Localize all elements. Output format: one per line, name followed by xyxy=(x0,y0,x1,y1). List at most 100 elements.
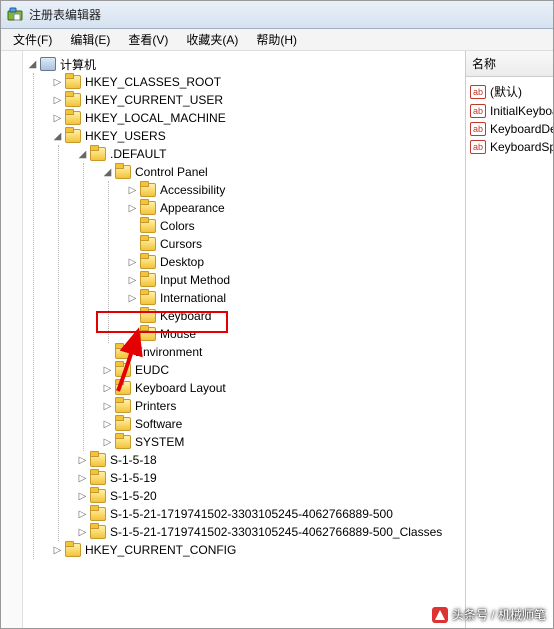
value-pane: 名称 ab(默认) abInitialKeyboa abKeyboardDe a… xyxy=(465,51,553,628)
folder-icon xyxy=(90,489,106,503)
expand-icon[interactable]: ▷ xyxy=(102,365,113,376)
folder-icon xyxy=(65,75,81,89)
watermark-text: 头条号 / 机械师笔 xyxy=(432,606,546,623)
folder-icon xyxy=(65,93,81,107)
tree-international[interactable]: ▷International xyxy=(127,289,465,307)
titlebar[interactable]: 注册表编辑器 xyxy=(1,1,553,29)
folder-icon xyxy=(140,237,156,251)
menu-help[interactable]: 帮助(H) xyxy=(248,29,305,50)
expand-icon[interactable]: ▷ xyxy=(52,95,63,106)
string-value-icon: ab xyxy=(470,104,486,118)
folder-icon xyxy=(65,543,81,557)
toutiao-icon xyxy=(432,607,448,623)
expand-icon[interactable]: ▷ xyxy=(77,509,88,520)
expand-icon[interactable]: ▷ xyxy=(127,275,138,286)
folder-icon xyxy=(140,327,156,341)
folder-icon xyxy=(140,309,156,323)
expand-icon[interactable]: ▷ xyxy=(102,419,113,430)
folder-icon xyxy=(65,129,81,143)
collapse-icon[interactable]: ◢ xyxy=(52,131,63,142)
expand-icon[interactable]: ▷ xyxy=(52,113,63,124)
collapse-icon[interactable]: ◢ xyxy=(27,59,38,70)
expand-icon[interactable]: ▷ xyxy=(127,293,138,304)
folder-icon xyxy=(115,435,131,449)
tree-hkcu[interactable]: ▷HKEY_CURRENT_USER xyxy=(52,91,465,109)
collapse-icon[interactable]: ◢ xyxy=(102,167,113,178)
expand-icon[interactable]: ▷ xyxy=(77,491,88,502)
tree-sid-500[interactable]: ▷S-1-5-21-1719741502-3303105245-40627668… xyxy=(77,505,465,523)
window-title: 注册表编辑器 xyxy=(29,6,101,23)
expand-icon[interactable]: ▷ xyxy=(52,545,63,556)
folder-icon xyxy=(140,291,156,305)
tree-cursors[interactable]: ▷Cursors xyxy=(127,235,465,253)
folder-icon xyxy=(140,219,156,233)
string-value-icon: ab xyxy=(470,85,486,99)
regedit-window: 注册表编辑器 文件(F) 编辑(E) 查看(V) 收藏夹(A) 帮助(H) ◢ … xyxy=(0,0,554,629)
folder-icon xyxy=(140,183,156,197)
folder-icon xyxy=(140,273,156,287)
tree-eudc[interactable]: ▷EUDC xyxy=(102,361,465,379)
expand-icon[interactable]: ▷ xyxy=(52,77,63,88)
tree-hku[interactable]: ◢HKEY_USERS xyxy=(52,127,465,145)
folder-icon xyxy=(115,399,131,413)
tree-desktop[interactable]: ▷Desktop xyxy=(127,253,465,271)
expand-icon[interactable]: ▷ xyxy=(102,383,113,394)
folder-icon xyxy=(90,507,106,521)
expand-icon[interactable]: ▷ xyxy=(127,257,138,268)
expand-icon[interactable]: ▷ xyxy=(77,473,88,484)
tree-system[interactable]: ▷SYSTEM xyxy=(102,433,465,451)
expand-icon[interactable]: ▷ xyxy=(102,437,113,448)
tree-s-1-5-19[interactable]: ▷S-1-5-19 xyxy=(77,469,465,487)
value-keyboard-speed[interactable]: abKeyboardSpe xyxy=(468,138,551,156)
collapse-icon[interactable]: ◢ xyxy=(77,149,88,160)
folder-icon xyxy=(140,201,156,215)
tree-appearance[interactable]: ▷Appearance xyxy=(127,199,465,217)
menubar: 文件(F) 编辑(E) 查看(V) 收藏夹(A) 帮助(H) xyxy=(1,29,553,51)
tree-hkcc[interactable]: ▷HKEY_CURRENT_CONFIG xyxy=(52,541,465,559)
expand-icon[interactable]: ▷ xyxy=(127,203,138,214)
tree-default[interactable]: ◢.DEFAULT xyxy=(77,145,465,163)
computer-icon xyxy=(40,57,56,71)
menu-favorites[interactable]: 收藏夹(A) xyxy=(178,29,246,50)
menu-file[interactable]: 文件(F) xyxy=(5,29,60,50)
tree-s-1-5-20[interactable]: ▷S-1-5-20 xyxy=(77,487,465,505)
tree-input-method[interactable]: ▷Input Method xyxy=(127,271,465,289)
column-header-name[interactable]: 名称 xyxy=(466,51,553,77)
folder-icon xyxy=(115,345,131,359)
folder-icon xyxy=(140,255,156,269)
menu-edit[interactable]: 编辑(E) xyxy=(62,29,118,50)
folder-icon xyxy=(115,165,131,179)
value-initial-keyboard[interactable]: abInitialKeyboa xyxy=(468,102,551,120)
tree-s-1-5-18[interactable]: ▷S-1-5-18 xyxy=(77,451,465,469)
expand-icon[interactable]: ▷ xyxy=(102,401,113,412)
tree-sid-500-classes[interactable]: ▷S-1-5-21-1719741502-3303105245-40627668… xyxy=(77,523,465,541)
tree-environment[interactable]: ▷Environment xyxy=(102,343,465,361)
menu-view[interactable]: 查看(V) xyxy=(120,29,176,50)
expand-icon[interactable]: ▷ xyxy=(77,527,88,538)
tree-hkcr[interactable]: ▷HKEY_CLASSES_ROOT xyxy=(52,73,465,91)
tree-keyboard[interactable]: ▷Keyboard xyxy=(127,307,465,325)
folder-icon xyxy=(90,525,106,539)
folder-icon xyxy=(115,381,131,395)
folder-icon xyxy=(90,147,106,161)
tree-hklm[interactable]: ▷HKEY_LOCAL_MACHINE xyxy=(52,109,465,127)
expand-icon[interactable]: ▷ xyxy=(77,455,88,466)
registry-tree[interactable]: ◢ 计算机 ▷HKEY_CLASSES_ROOT ▷HKEY_CURRENT_U… xyxy=(23,51,465,628)
folder-icon xyxy=(90,471,106,485)
string-value-icon: ab xyxy=(470,140,486,154)
tree-mouse[interactable]: ▷Mouse xyxy=(127,325,465,343)
regedit-app-icon xyxy=(7,7,23,23)
tree-keyboard-layout[interactable]: ▷Keyboard Layout xyxy=(102,379,465,397)
tree-colors[interactable]: ▷Colors xyxy=(127,217,465,235)
folder-icon xyxy=(90,453,106,467)
value-keyboard-delay[interactable]: abKeyboardDe xyxy=(468,120,551,138)
tree-root-computer[interactable]: ◢ 计算机 xyxy=(27,55,465,73)
tree-accessibility[interactable]: ▷Accessibility xyxy=(127,181,465,199)
left-gutter xyxy=(1,51,23,628)
tree-control-panel[interactable]: ◢Control Panel xyxy=(102,163,465,181)
tree-printers[interactable]: ▷Printers xyxy=(102,397,465,415)
tree-software[interactable]: ▷Software xyxy=(102,415,465,433)
value-default[interactable]: ab(默认) xyxy=(468,81,551,102)
folder-icon xyxy=(115,363,131,377)
expand-icon[interactable]: ▷ xyxy=(127,185,138,196)
